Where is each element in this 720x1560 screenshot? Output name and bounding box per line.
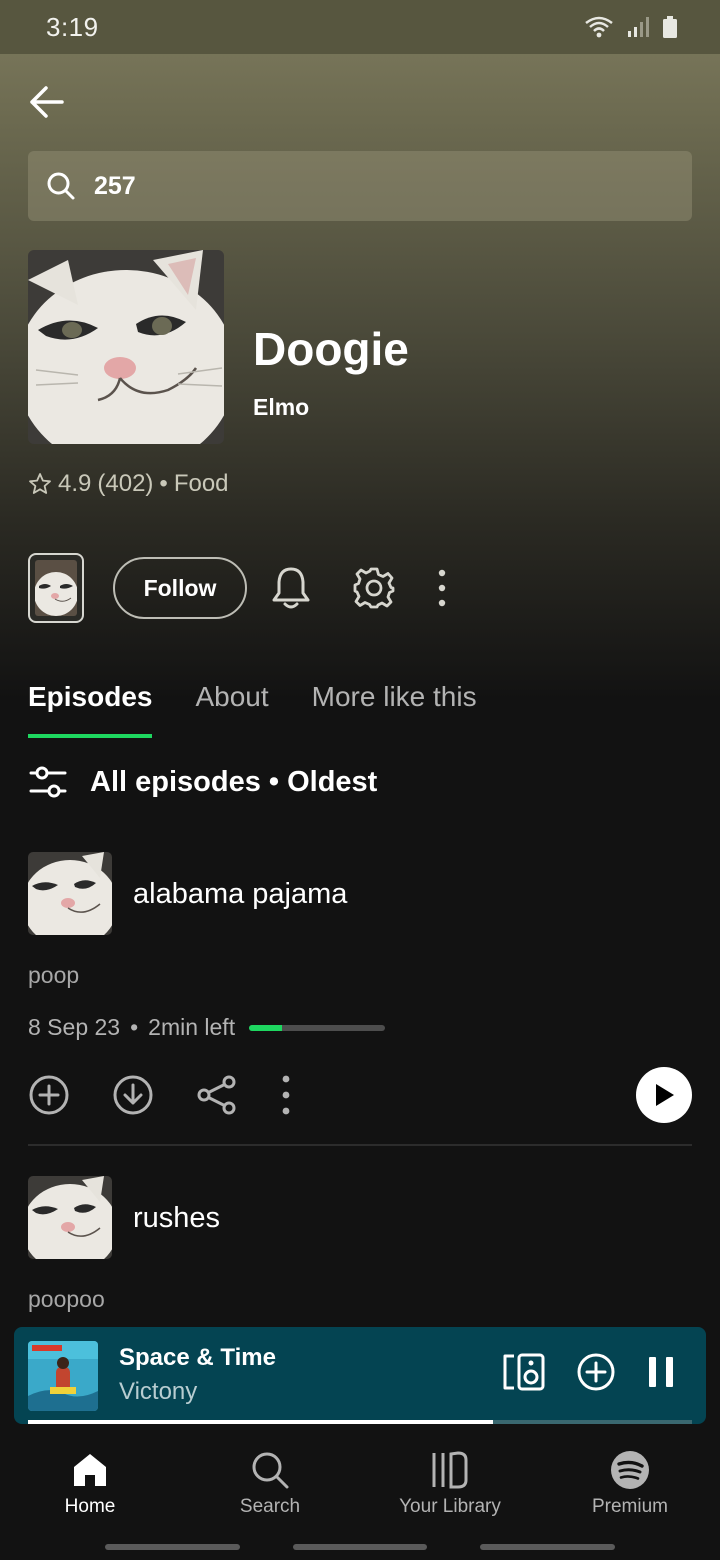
episode-description: poop: [28, 962, 80, 988]
mini-cover-art[interactable]: [28, 553, 84, 623]
tab-about[interactable]: About: [195, 670, 268, 738]
devices-icon: [503, 1353, 545, 1391]
settings-button[interactable]: [352, 566, 396, 610]
plus-circle-icon: [577, 1353, 615, 1391]
download-button[interactable]: [112, 1074, 154, 1116]
episode-divider: [28, 1144, 692, 1146]
episode-meta-separator: •: [130, 1014, 139, 1040]
nav-search[interactable]: Search: [180, 1430, 360, 1560]
gear-icon: [353, 567, 395, 609]
now-playing-bar[interactable]: Space & Time Victony: [14, 1327, 706, 1424]
add-track-button[interactable]: [576, 1352, 616, 1392]
status-icons: [584, 15, 678, 39]
show-cover-art: [28, 250, 224, 444]
nav-library[interactable]: Your Library: [360, 1430, 540, 1560]
more-vertical-icon: [438, 569, 446, 607]
cat-cover-image: [28, 250, 224, 444]
spotify-icon: [611, 1451, 649, 1489]
connect-device-button[interactable]: [502, 1352, 546, 1392]
now-playing-progress-fill: [28, 1420, 493, 1424]
download-icon: [113, 1075, 153, 1115]
tab-episodes[interactable]: Episodes: [28, 670, 153, 738]
show-actions: Follow: [28, 553, 448, 623]
plus-circle-icon: [29, 1075, 69, 1115]
follow-button[interactable]: Follow: [113, 557, 247, 619]
nav-label-home: Home: [64, 1496, 116, 1517]
gesture-bar-right: [480, 1544, 615, 1550]
now-playing-art: [28, 1341, 98, 1411]
episode-progress-fill: [249, 1024, 282, 1031]
episode-description: poopoo: [28, 1286, 105, 1312]
rating-separator: •: [159, 470, 168, 497]
episode-meta: 8 Sep 23 • 2min left: [28, 1014, 386, 1041]
now-playing-controls: [502, 1352, 676, 1392]
battery-icon: [663, 16, 677, 38]
episode-more-button[interactable]: [280, 1074, 292, 1116]
nav-label-search: Search: [239, 1496, 301, 1517]
episode-time-left: 2min left: [148, 1014, 236, 1040]
search-icon: [252, 1452, 289, 1489]
episode-progress-bar: [249, 1024, 386, 1031]
arrow-left-icon: [30, 86, 64, 118]
bottom-navigation: Home Search Your Library Premium: [0, 1430, 720, 1560]
nav-premium[interactable]: Premium: [540, 1430, 720, 1560]
nav-home[interactable]: Home: [0, 1430, 180, 1560]
episode-thumbnail[interactable]: [28, 852, 112, 935]
share-button[interactable]: [196, 1074, 238, 1116]
more-vertical-icon: [282, 1075, 290, 1115]
show-tabs: Episodes About More like this: [28, 670, 477, 740]
episode-thumbnail[interactable]: [28, 1176, 112, 1259]
album-art-image: [28, 1341, 98, 1411]
star-icon: [29, 473, 51, 494]
home-icon: [74, 1454, 106, 1486]
cat-thumbnail-image: [35, 560, 77, 616]
wifi-icon: [585, 16, 613, 38]
rating-value: 4.9: [58, 470, 92, 497]
notifications-button[interactable]: [270, 565, 312, 611]
play-icon: [656, 1084, 674, 1106]
now-playing-progress-bar[interactable]: [28, 1420, 692, 1424]
episode-filter[interactable]: All episodes • Oldest: [28, 760, 377, 804]
gesture-bar-left: [105, 1544, 240, 1550]
episode-play-button[interactable]: [636, 1067, 692, 1123]
more-options-button[interactable]: [436, 568, 448, 608]
pause-icon: [649, 1357, 673, 1387]
status-bar: 3:19: [0, 0, 720, 54]
tab-more-like-this[interactable]: More like this: [312, 670, 477, 738]
now-playing-title: Space & Time: [119, 1344, 276, 1371]
episode-date: 8 Sep 23: [28, 1014, 121, 1040]
library-icon: [432, 1451, 468, 1489]
episode-actions: [28, 1070, 292, 1120]
sliders-icon: [29, 766, 67, 798]
bell-icon: [272, 567, 310, 609]
filter-label: All episodes • Oldest: [90, 765, 378, 798]
share-icon: [197, 1075, 236, 1115]
search-icon: [47, 172, 75, 200]
category-label[interactable]: Food: [174, 470, 229, 498]
search-input[interactable]: 257: [28, 151, 692, 221]
nav-label-library: Your Library: [399, 1496, 501, 1517]
rating-row[interactable]: 4.9 (402) • Food: [28, 470, 229, 498]
back-button[interactable]: [26, 80, 66, 124]
cat-episode-image: [28, 1176, 112, 1259]
search-query[interactable]: 257: [94, 172, 136, 201]
rating-count: (402): [97, 470, 154, 497]
episode-title[interactable]: rushes: [133, 1202, 220, 1235]
nav-label-premium: Premium: [591, 1496, 668, 1517]
add-to-library-button[interactable]: [28, 1074, 70, 1116]
cat-episode-image: [28, 852, 112, 935]
signal-icon: [628, 17, 649, 37]
now-playing-artist: Victony: [119, 1378, 198, 1405]
show-author[interactable]: Elmo: [253, 394, 309, 421]
pause-button[interactable]: [646, 1355, 676, 1389]
show-title: Doogie: [253, 323, 409, 375]
status-time: 3:19: [46, 11, 99, 42]
gesture-bar-center: [293, 1544, 427, 1550]
episode-title[interactable]: alabama pajama: [133, 878, 347, 911]
